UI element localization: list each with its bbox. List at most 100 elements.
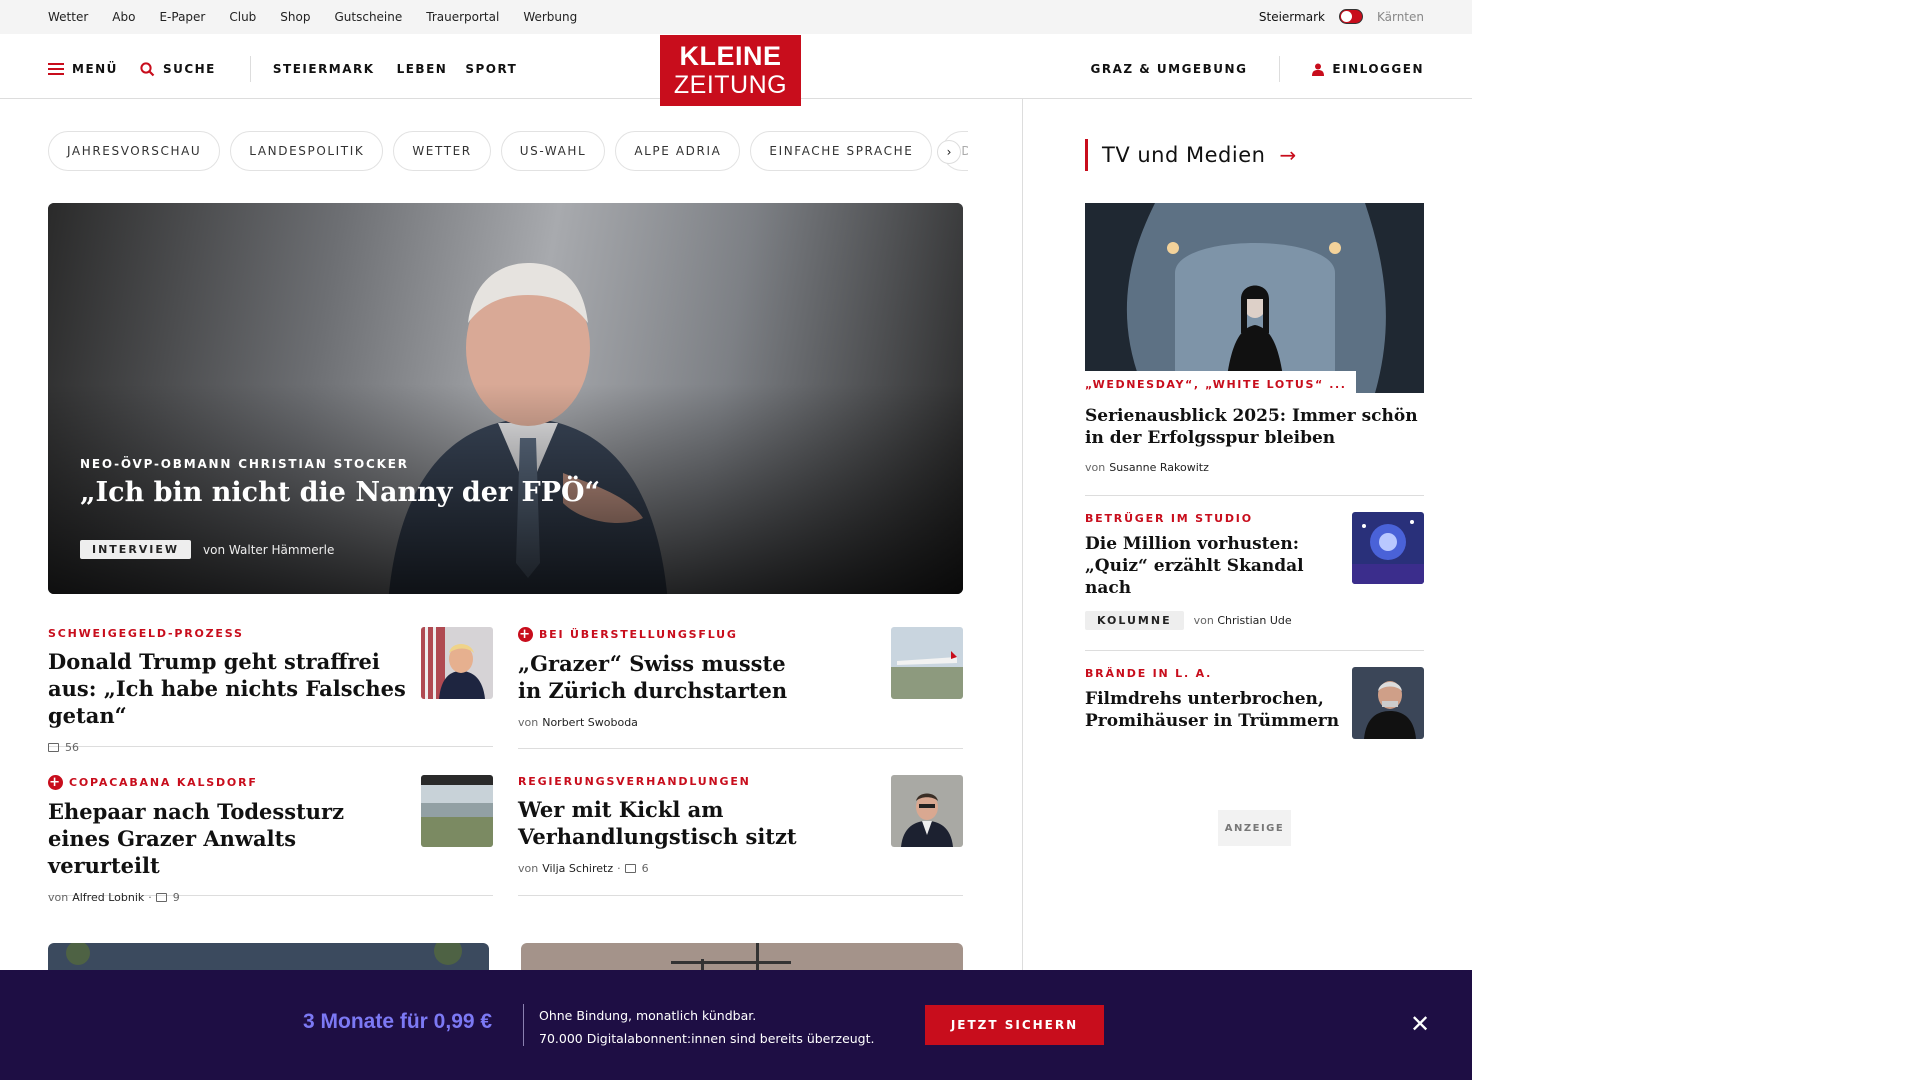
- byline-author[interactable]: Susanne Rakowitz: [1109, 461, 1209, 474]
- utility-link-club[interactable]: Club: [229, 10, 256, 24]
- region-toggle[interactable]: [1338, 9, 1363, 24]
- topic-pill[interactable]: WETTER: [393, 131, 491, 171]
- sidebar-title[interactable]: Filmdrehs unterbrochen, Promihäuser in T…: [1085, 688, 1345, 732]
- viewport-empty-area: [1472, 0, 1920, 1080]
- sidebar-byline: von Christian Ude: [1194, 614, 1292, 627]
- teaser-meta: von Norbert Swoboda: [518, 716, 963, 729]
- sidebar-lead-meta: von Susanne Rakowitz: [1085, 461, 1424, 474]
- subscription-banner: 3 Monate für 0,99 € Ohne Bindung, monatl…: [0, 970, 1472, 1080]
- utility-link-abo[interactable]: Abo: [112, 10, 135, 24]
- byline-author[interactable]: Alfred Lobnik: [72, 891, 144, 904]
- article-teaser[interactable]: SCHWEIGEGELD-PROZESS Donald Trump geht s…: [48, 627, 493, 754]
- teaser-title[interactable]: Donald Trump geht straffrei aus: „Ich ha…: [48, 648, 408, 729]
- utility-link-shop[interactable]: Shop: [280, 10, 310, 24]
- hero-article[interactable]: NEO-ÖVP-OBMANN CHRISTIAN STOCKER „Ich bi…: [48, 203, 963, 594]
- teaser-image: [421, 775, 493, 847]
- plus-icon: +: [518, 627, 533, 642]
- sidebar-article[interactable]: BETRÜGER IM STUDIO Die Million vorhusten…: [1085, 512, 1424, 634]
- login-button[interactable]: EINLOGGEN: [1312, 62, 1424, 76]
- promo-line2: 70.000 Digitalabonnent:innen sind bereit…: [539, 1031, 875, 1046]
- utility-link-gutscheine[interactable]: Gutscheine: [334, 10, 402, 24]
- page: Wetter Abo E-Paper Club Shop Gutscheine …: [0, 0, 1472, 1080]
- byline-prefix: von: [518, 716, 539, 729]
- article-teaser[interactable]: REGIERUNGSVERHANDLUNGEN Wer mit Kickl am…: [518, 775, 963, 896]
- plus-icon: +: [48, 775, 63, 790]
- byline-prefix: von: [1085, 461, 1106, 474]
- topic-pill[interactable]: LANDESPOLITIK: [230, 131, 384, 171]
- column-divider: [1022, 99, 1023, 979]
- sidebar-lead-image[interactable]: [1085, 203, 1424, 393]
- comment-count[interactable]: 56: [65, 741, 79, 754]
- utility-links: Wetter Abo E-Paper Club Shop Gutscheine …: [48, 10, 577, 24]
- sidebar-article[interactable]: BRÄNDE IN L. A. Filmdrehs unterbrochen, …: [1085, 667, 1424, 757]
- logo-line1: KLEINE: [679, 41, 782, 71]
- sidebar-lead-article[interactable]: Serienausblick 2025: Immer schön in der …: [1085, 405, 1424, 474]
- search-label: SUCHE: [162, 62, 216, 76]
- topic-pill[interactable]: ALPE ADRIA: [615, 131, 741, 171]
- topic-pill[interactable]: US-WAHL: [500, 131, 606, 171]
- hamburger-icon: [48, 63, 64, 75]
- teaser-title[interactable]: Wer mit Kickl am Verhandlungstisch sitzt: [518, 796, 808, 850]
- sidebar-title[interactable]: Die Million vorhusten: „Quiz“ erzählt Sk…: [1085, 533, 1315, 599]
- section-title: TV und Medien: [1102, 143, 1266, 167]
- teaser-image: [421, 627, 493, 699]
- logo-line2: ZEITUNG: [673, 71, 788, 99]
- byline-author[interactable]: Christian Ude: [1217, 614, 1291, 627]
- sidebar-lead-kicker: „WEDNESDAY“, „WHITE LOTUS“ ...: [1085, 371, 1356, 395]
- article-teaser[interactable]: + COPACABANA KALSDORF Ehepaar nach Todess…: [48, 775, 493, 904]
- utility-link-trauerportal[interactable]: Trauerportal: [426, 10, 499, 24]
- teaser-meta: 56: [48, 741, 493, 754]
- header-nav: MENÜ SUCHE STEIERMARK LEBEN SPORT: [48, 56, 539, 82]
- hero-title[interactable]: „Ich bin nicht die Nanny der FPÖ“: [80, 477, 600, 508]
- article-teaser[interactable]: + BEI ÜBERSTELLUNGSFLUG „Grazer“ Swiss mu…: [518, 627, 963, 749]
- ad-label: ANZEIGE: [1218, 810, 1291, 846]
- region-link[interactable]: GRAZ & UMGEBUNG: [1091, 62, 1248, 76]
- nav-leben[interactable]: LEBEN: [397, 62, 448, 76]
- utility-link-wetter[interactable]: Wetter: [48, 10, 88, 24]
- nav-steiermark[interactable]: STEIERMARK: [273, 62, 375, 76]
- teaser-kicker-text: COPACABANA KALSDORF: [69, 776, 258, 789]
- sidebar-image: [1352, 667, 1424, 739]
- header-divider: [1279, 56, 1281, 82]
- subscribe-button[interactable]: JETZT SICHERN: [925, 1005, 1104, 1045]
- search-icon: [140, 61, 155, 76]
- comment-count[interactable]: 9: [173, 891, 180, 904]
- hero-byline: von Walter Hämmerle: [203, 542, 335, 557]
- header-right: GRAZ & UMGEBUNG EINLOGGEN: [1091, 56, 1425, 82]
- chevron-right-icon[interactable]: ›: [937, 140, 961, 164]
- teaser-title[interactable]: Ehepaar nach Todessturz eines Grazer Anw…: [48, 798, 408, 879]
- utility-link-epaper[interactable]: E-Paper: [159, 10, 205, 24]
- comment-count[interactable]: 6: [642, 862, 649, 875]
- topic-pill[interactable]: EINFACHE SPRACHE: [750, 131, 933, 171]
- search-button[interactable]: SUCHE: [140, 61, 216, 77]
- topic-pill[interactable]: JAHRESVORSCHAU: [48, 131, 221, 171]
- byline-author[interactable]: Vilja Schiretz: [542, 862, 613, 875]
- teaser-meta: von Vilja Schiretz · 6: [518, 862, 963, 875]
- main-header: MENÜ SUCHE STEIERMARK LEBEN SPORT KLEINE…: [0, 34, 1472, 106]
- region-kaernten[interactable]: Kärnten: [1377, 10, 1424, 24]
- meta-dot: ·: [148, 891, 152, 904]
- teaser-kicker-text: SCHWEIGEGELD-PROZESS: [48, 627, 244, 640]
- comment-icon: [48, 743, 59, 752]
- byline-prefix: von: [518, 862, 539, 875]
- byline-author[interactable]: Norbert Swoboda: [542, 716, 638, 729]
- site-logo[interactable]: KLEINE ZEITUNG: [660, 35, 801, 106]
- user-icon: [1312, 63, 1325, 76]
- nav-sport[interactable]: SPORT: [465, 62, 517, 76]
- section-tv-medien[interactable]: TV und Medien →: [1085, 139, 1296, 171]
- hero-tag: INTERVIEW: [80, 540, 192, 559]
- close-icon[interactable]: ✕: [1410, 1012, 1430, 1036]
- region-steiermark[interactable]: Steiermark: [1259, 10, 1325, 24]
- menu-button[interactable]: MENÜ: [48, 62, 118, 76]
- utility-link-werbung[interactable]: Werbung: [523, 10, 577, 24]
- sidebar-divider: [1085, 495, 1424, 496]
- sidebar-lead-title[interactable]: Serienausblick 2025: Immer schön in der …: [1085, 405, 1424, 449]
- teaser-title[interactable]: „Grazer“ Swiss musste in Zürich durchsta…: [518, 650, 808, 704]
- section-accent: [1085, 139, 1088, 171]
- teaser-meta: von Alfred Lobnik · 9: [48, 891, 493, 904]
- region-switch: Steiermark Kärnten: [1259, 9, 1424, 24]
- teaser-kicker-text: BEI ÜBERSTELLUNGSFLUG: [539, 628, 738, 641]
- promo-divider: [523, 1004, 524, 1046]
- login-label: EINLOGGEN: [1332, 62, 1424, 76]
- meta-dot: ·: [617, 862, 621, 875]
